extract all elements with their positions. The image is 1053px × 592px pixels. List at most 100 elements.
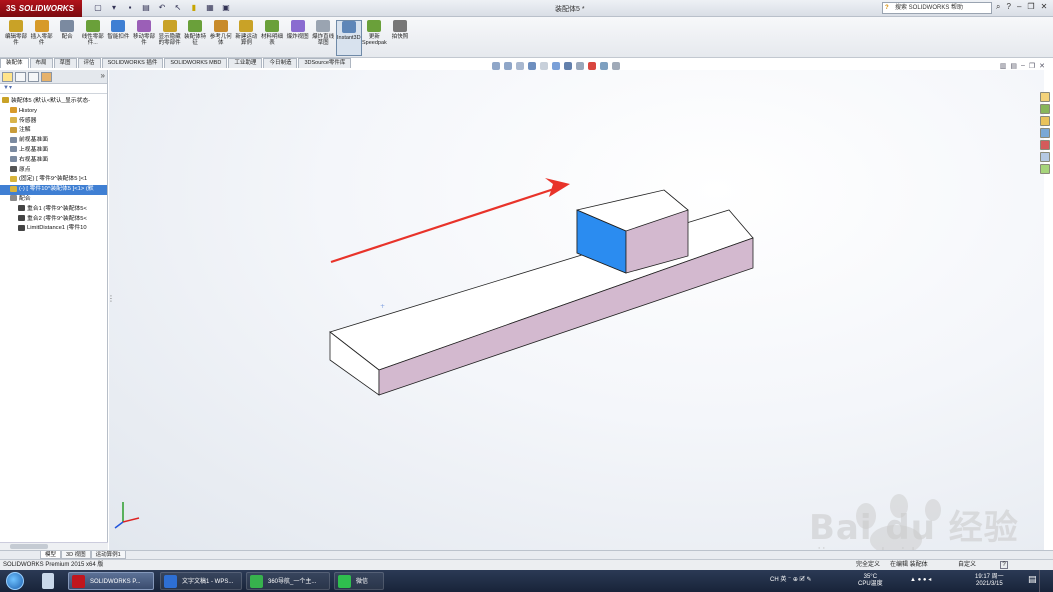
tab-1[interactable]: 布局 (29, 58, 53, 68)
clock[interactable]: 19:17 周一 2021/3/15 (975, 574, 1004, 588)
show-desktop-button[interactable] (1039, 570, 1053, 592)
tree-node[interactable]: 重合1 (零件9^装配体5< (0, 205, 107, 215)
tree-node[interactable]: 配合 (0, 195, 107, 205)
cmd-button-13[interactable]: Instant3D (335, 20, 362, 56)
tree-horizontal-scrollbar[interactable] (0, 542, 108, 550)
appearances-icon[interactable] (1040, 140, 1050, 150)
tree-node[interactable]: 右视基准面 (0, 156, 107, 166)
cmd-button-10[interactable]: 材料明细表 (259, 20, 285, 56)
base-bar-top-face[interactable] (329, 209, 754, 371)
cmd-button-9[interactable]: 新建运动算例 (233, 20, 259, 56)
cmd-button-5[interactable]: 移动零部件 (131, 20, 157, 56)
file-properties-icon[interactable]: ▦ (204, 2, 216, 14)
graphics-area[interactable]: + Bai du 经验 jingyan.baidu.com (109, 70, 1044, 563)
tree-node[interactable]: History (0, 107, 107, 117)
zoom-to-fit-icon[interactable] (492, 62, 500, 70)
cmd-button-3[interactable]: 线性零部件... (80, 20, 106, 56)
hide-show-items-icon[interactable] (576, 62, 584, 70)
print-icon[interactable]: ▤ (140, 2, 152, 14)
start-button[interactable] (6, 572, 24, 590)
save-icon[interactable]: ▪ (124, 2, 136, 14)
tab-7[interactable]: 今日制造 (263, 58, 298, 68)
tab-6[interactable]: 工业助理 (228, 58, 263, 68)
configuration-manager-tab-icon[interactable] (28, 72, 39, 82)
taskbar-app-2[interactable]: 360导航_一个主... (246, 572, 330, 590)
design-library-icon[interactable] (1040, 104, 1050, 114)
tree-node[interactable]: 注解 (0, 126, 107, 136)
minimize-icon[interactable]: – (1017, 2, 1021, 12)
action-center-icon[interactable]: ▤ (1028, 575, 1037, 584)
display-manager-tab-icon[interactable] (41, 72, 52, 82)
tab-5[interactable]: SOLIDWORKS MBD (164, 58, 228, 68)
taskbar-app-1[interactable]: 文字文稿1 - WPS... (160, 572, 242, 590)
property-manager-tab-icon[interactable] (15, 72, 26, 82)
options-icon[interactable]: ▣ (220, 2, 232, 14)
expand-panel-icon[interactable]: » (101, 72, 105, 82)
tree-node[interactable]: LimitDistance1 (零件10 (0, 224, 107, 234)
tree-node[interactable]: 装配体5 (默认<默认_显示状态- (0, 97, 107, 107)
search-icon[interactable]: ⌕ (996, 2, 1000, 12)
view-palette-icon[interactable] (1040, 128, 1050, 138)
taskbar-app-3[interactable]: 微信 (334, 572, 384, 590)
tray-ime-indicators[interactable]: CH 英 ⁻ ⊕ 🗹 ✎ (770, 577, 812, 584)
section-view-icon[interactable] (528, 62, 536, 70)
close-icon[interactable]: ✕ (1041, 2, 1048, 12)
feature-tree-tab-icon[interactable] (2, 72, 13, 82)
viewport-restore-icon[interactable]: ❐ (1029, 62, 1035, 70)
tree-node[interactable]: 上视基准面 (0, 146, 107, 156)
tree-node[interactable]: 重合2 (零件9^装配体5< (0, 215, 107, 225)
previous-view-icon[interactable] (516, 62, 524, 70)
view-settings-icon[interactable] (612, 62, 620, 70)
cmd-button-2[interactable]: 配合 (54, 20, 80, 56)
cmd-button-7[interactable]: 装配体特征 (182, 20, 208, 56)
scrollbar-thumb[interactable] (10, 544, 48, 549)
cmd-button-6[interactable]: 显示隐藏的零部件 (157, 20, 183, 56)
file-explorer-icon[interactable] (1040, 116, 1050, 126)
cmd-button-1[interactable]: 插入零部件 (29, 20, 55, 56)
tree-node[interactable]: 原点 (0, 166, 107, 176)
tree-node[interactable]: (固定) [ 零件9^装配体5 ]<1 (0, 175, 107, 185)
new-document-icon[interactable]: ▢ (92, 2, 104, 14)
status-units[interactable]: 自定义 (958, 560, 976, 570)
select-icon[interactable]: ↖ (172, 2, 184, 14)
model-tab-0[interactable]: 模型 (40, 551, 62, 559)
display-style-icon[interactable] (564, 62, 572, 70)
custom-properties-icon[interactable] (1040, 152, 1050, 162)
tab-3[interactable]: 评估 (77, 58, 101, 68)
file-explorer-taskbar-icon[interactable] (42, 573, 54, 589)
tab-4[interactable]: SOLIDWORKS 插件 (101, 58, 164, 68)
tile-horizontal-icon[interactable]: ▥ (1000, 62, 1007, 70)
cmd-button-11[interactable]: 爆炸视图 (285, 20, 311, 56)
zoom-area-icon[interactable] (504, 62, 512, 70)
taskbar-app-0[interactable]: SOLIDWORKS P... (68, 572, 154, 590)
tab-0[interactable]: 装配体 (0, 58, 29, 68)
tree-node[interactable]: 传感器 (0, 117, 107, 127)
solidworks-forum-icon[interactable] (1040, 164, 1050, 174)
tab-8[interactable]: 3DSource零件库 (298, 58, 352, 68)
tree-node[interactable]: (-) [ 零件10^装配体5 ]<1> (默 (0, 185, 107, 195)
cmd-button-4[interactable]: 智能扣件 (105, 20, 131, 56)
cmd-button-0[interactable]: 编辑零部件 (3, 20, 29, 56)
tab-2[interactable]: 草图 (53, 58, 77, 68)
rebuild-icon[interactable]: ▮ (188, 2, 200, 14)
cmd-button-8[interactable]: 参考几何体 (208, 20, 234, 56)
solidworks-logo[interactable]: 3S SOLIDWORKS (0, 0, 82, 17)
dynamic-annotation-icon[interactable] (540, 62, 548, 70)
help-icon[interactable]: ? (1006, 2, 1010, 12)
open-document-icon[interactable]: ▾ (108, 2, 120, 14)
undo-icon[interactable]: ↶ (156, 2, 168, 14)
model-tab-2[interactable]: 运动算例1 (90, 551, 126, 559)
cmd-button-12[interactable]: 爆炸直线草图 (310, 20, 336, 56)
cmd-button-15[interactable]: 拍快照 (387, 20, 413, 56)
solidworks-resources-icon[interactable] (1040, 92, 1050, 102)
apply-scene-icon[interactable] (600, 62, 608, 70)
panel-splitter-icon[interactable]: ⋮ (107, 295, 115, 314)
cmd-button-14[interactable]: 更新Speedpak (361, 20, 387, 56)
edit-appearance-icon[interactable] (588, 62, 596, 70)
model-tab-1[interactable]: 3D 视图 (61, 551, 91, 559)
help-search-input[interactable]: ? 搜索 SOLIDWORKS 帮助 (882, 2, 992, 14)
model-view[interactable]: + (109, 70, 1044, 550)
status-help-icon[interactable]: ? (1000, 561, 1008, 569)
tile-vertical-icon[interactable]: ▤ (1010, 62, 1017, 70)
viewport-close-icon[interactable]: ✕ (1039, 62, 1045, 70)
